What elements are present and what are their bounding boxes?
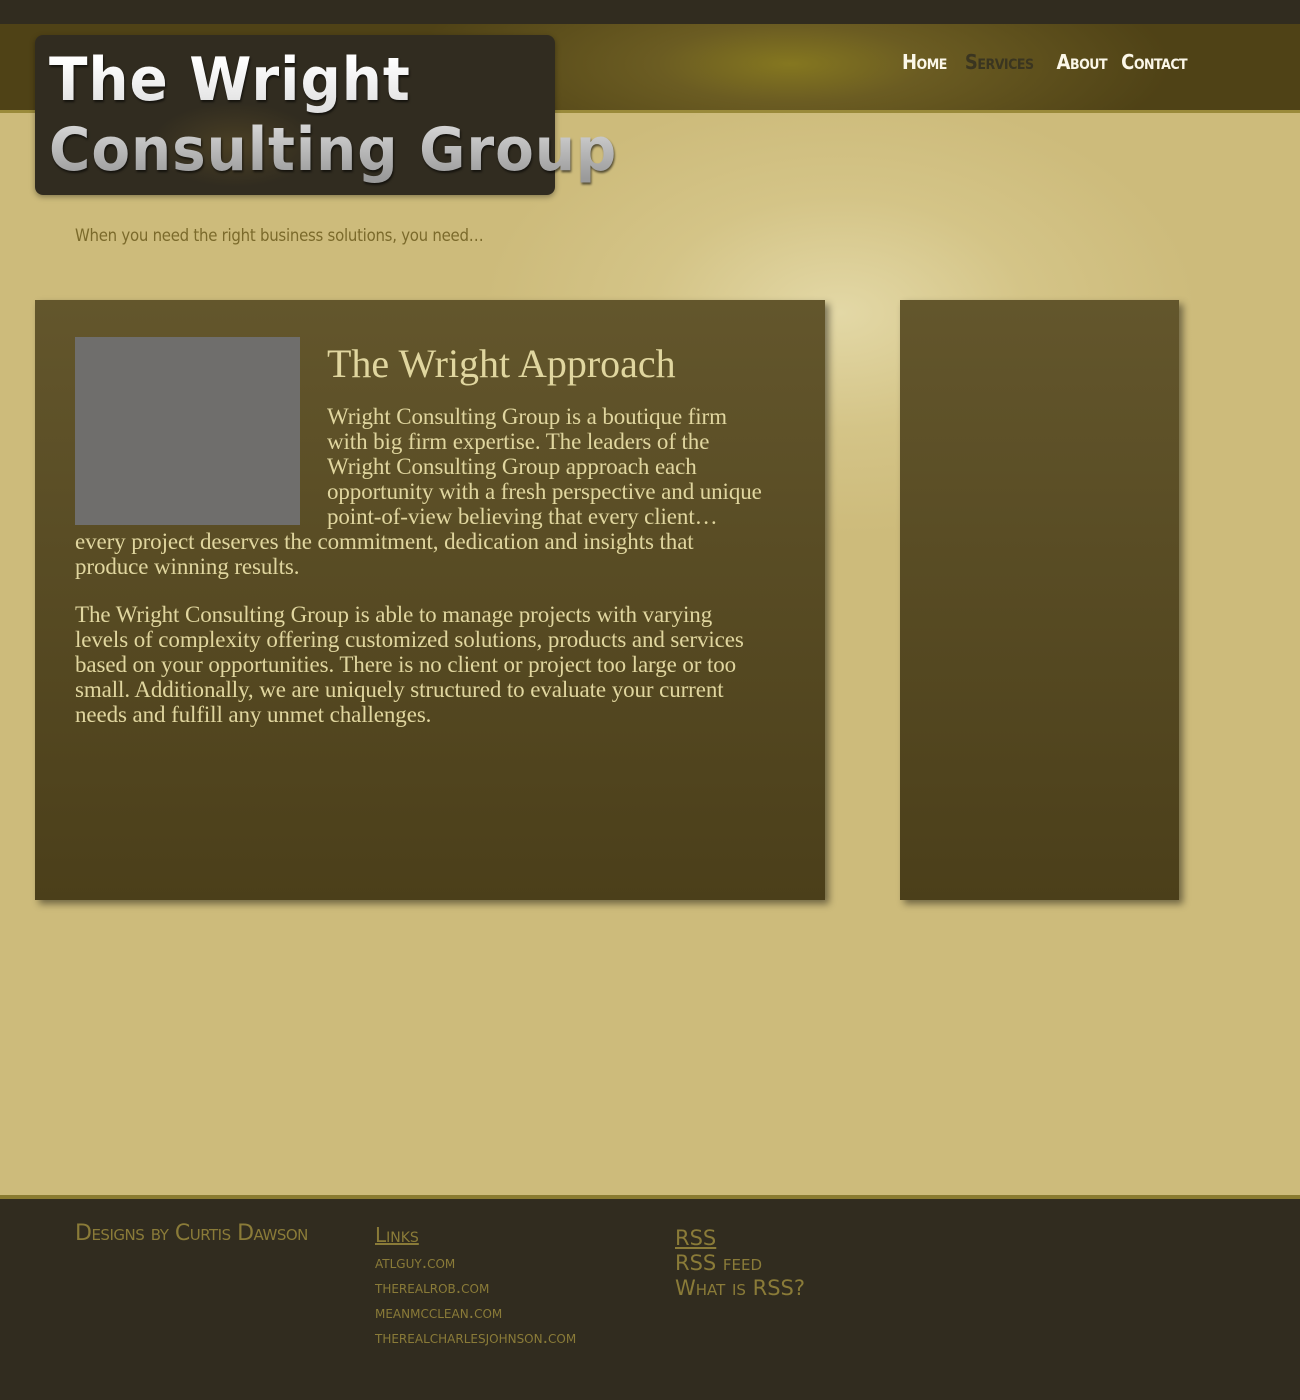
rss-section: RSS RSS feed What is RSS? [675, 1226, 805, 1301]
paragraph-2-line: levels of complexity offering customized… [75, 627, 744, 652]
main-content-panel: The Wright Approach Wright Consulting Gr… [35, 300, 825, 900]
nav-services[interactable]: Services [965, 50, 1034, 74]
links-heading[interactable]: Links [375, 1223, 419, 1247]
tagline: When you need the right business solutio… [75, 226, 484, 246]
paragraph-1-line: with big firm expertise. The leaders of … [327, 429, 710, 454]
paragraph-1-line: produce winning results. [75, 554, 300, 579]
nav-contact[interactable]: Contact [1121, 50, 1188, 74]
footer-link-therealrob[interactable]: therealrob.com [375, 1276, 576, 1301]
footer-links: atlguy.com therealrob.com meanmcclean.co… [375, 1251, 576, 1351]
paragraph-1-line: point-of-view believing that every clien… [327, 504, 718, 529]
nav-about[interactable]: About [1057, 50, 1108, 74]
main-nav: Home Services About Contact [902, 48, 1188, 76]
paragraph-1-line: opportunity with a fresh perspective and… [327, 479, 762, 504]
sidebar-panel [900, 300, 1179, 900]
rss-feed-link[interactable]: RSS feed [675, 1251, 805, 1276]
nav-home[interactable]: Home [902, 50, 947, 74]
footer-link-atlguy[interactable]: atlguy.com [375, 1251, 576, 1276]
paragraph-2-line: The Wright Consulting Group is able to m… [75, 602, 713, 627]
paragraph-1-bottom: every project deserves the commitment, d… [75, 529, 694, 579]
logo-line-2: Consulting Group [49, 115, 618, 185]
top-strip [0, 0, 1300, 24]
image-placeholder [75, 337, 300, 525]
paragraph-1-line: Wright Consulting Group approach each [327, 454, 697, 479]
rss-heading[interactable]: RSS [675, 1226, 805, 1251]
paragraph-1-line: every project deserves the commitment, d… [75, 529, 694, 554]
paragraph-1-top: Wright Consulting Group is a boutique fi… [327, 404, 762, 529]
logo-text: The Wright Consulting Group [49, 45, 617, 185]
content-heading: The Wright Approach [327, 341, 676, 386]
what-is-rss-link[interactable]: What is RSS? [675, 1276, 805, 1301]
footer-link-therealcharlesjohnson[interactable]: therealcharlesjohnson.com [375, 1326, 576, 1351]
paragraph-2-line: based on your opportunities. There is no… [75, 652, 737, 677]
paragraph-2-line: needs and fulfill any unmet challenges. [75, 702, 432, 727]
logo-line-1: The Wright [49, 45, 411, 115]
paragraph-2: The Wright Consulting Group is able to m… [75, 602, 744, 727]
designer-credit: Designs by Curtis Dawson [75, 1221, 308, 1246]
site-logo[interactable]: The Wright Consulting Group [35, 35, 555, 195]
footer-link-meanmcclean[interactable]: meanmcclean.com [375, 1301, 576, 1326]
footer: Designs by Curtis Dawson Links atlguy.co… [0, 1195, 1300, 1400]
paragraph-1-line: Wright Consulting Group is a boutique fi… [327, 404, 727, 429]
paragraph-2-line: small. Additionally, we are uniquely str… [75, 677, 724, 702]
